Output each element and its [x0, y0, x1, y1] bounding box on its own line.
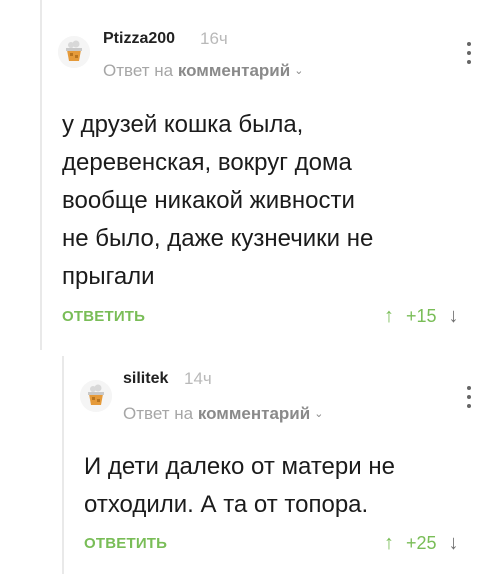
- comment-line: вообще никакой живности: [62, 187, 355, 214]
- comment-reply: silitek 14ч Ответ на комментарий ⌄ И дети…: [0, 352, 500, 574]
- more-options-icon[interactable]: [466, 386, 472, 410]
- username[interactable]: Ptizza200: [103, 30, 175, 48]
- avatar-icon: [80, 380, 112, 412]
- timestamp: 14ч: [184, 369, 212, 388]
- comment: Ptizza200 16ч Ответ на комментарий ⌄ у др…: [0, 0, 500, 352]
- chevron-down-icon: ⌄: [294, 65, 304, 77]
- chevron-down-icon: ⌄: [314, 408, 324, 420]
- score: +15: [406, 305, 437, 326]
- timestamp: 16ч: [200, 29, 228, 48]
- more-options-icon[interactable]: [466, 42, 472, 66]
- downvote-arrow-icon[interactable]: ↓: [449, 305, 459, 328]
- comment-line: деревенская, вокруг дома: [62, 149, 352, 176]
- reply-to-link[interactable]: Ответ на комментарий ⌄: [103, 61, 303, 81]
- reply-to-prefix: Ответ на: [103, 61, 174, 80]
- comment-line: у друзей кошка была,: [62, 111, 304, 138]
- comment-body: у друзей кошка была, деревенская, вокруг…: [62, 106, 482, 296]
- comment-line: И дети далеко от матери не: [84, 453, 395, 480]
- reply-to-target: комментарий: [197, 404, 311, 423]
- rating: ↑ +15 ↓: [384, 304, 459, 328]
- avatar[interactable]: [58, 36, 90, 68]
- comment-line: отходили. А та от топора.: [84, 491, 369, 518]
- reply-to-link[interactable]: Ответ на комментарий ⌄: [123, 404, 323, 424]
- comment-line: не было, даже кузнечики не: [62, 225, 374, 252]
- avatar-icon: [58, 36, 90, 68]
- upvote-arrow-icon[interactable]: ↑: [384, 532, 394, 555]
- username[interactable]: silitek: [123, 370, 168, 388]
- reply-button[interactable]: ОТВЕТИТЬ: [84, 535, 167, 552]
- reply-to-target: комментарий: [177, 61, 291, 80]
- downvote-arrow-icon[interactable]: ↓: [449, 532, 459, 555]
- avatar[interactable]: [80, 380, 112, 412]
- reply-to-prefix: Ответ на: [123, 404, 194, 423]
- score: +25: [406, 532, 437, 553]
- reply-button[interactable]: ОТВЕТИТЬ: [62, 308, 145, 325]
- rating: ↑ +25 ↓: [384, 531, 459, 555]
- comment-body: И дети далеко от матери не отходили. А т…: [84, 448, 484, 524]
- comment-line: прыгали: [62, 263, 155, 290]
- upvote-arrow-icon[interactable]: ↑: [384, 305, 394, 328]
